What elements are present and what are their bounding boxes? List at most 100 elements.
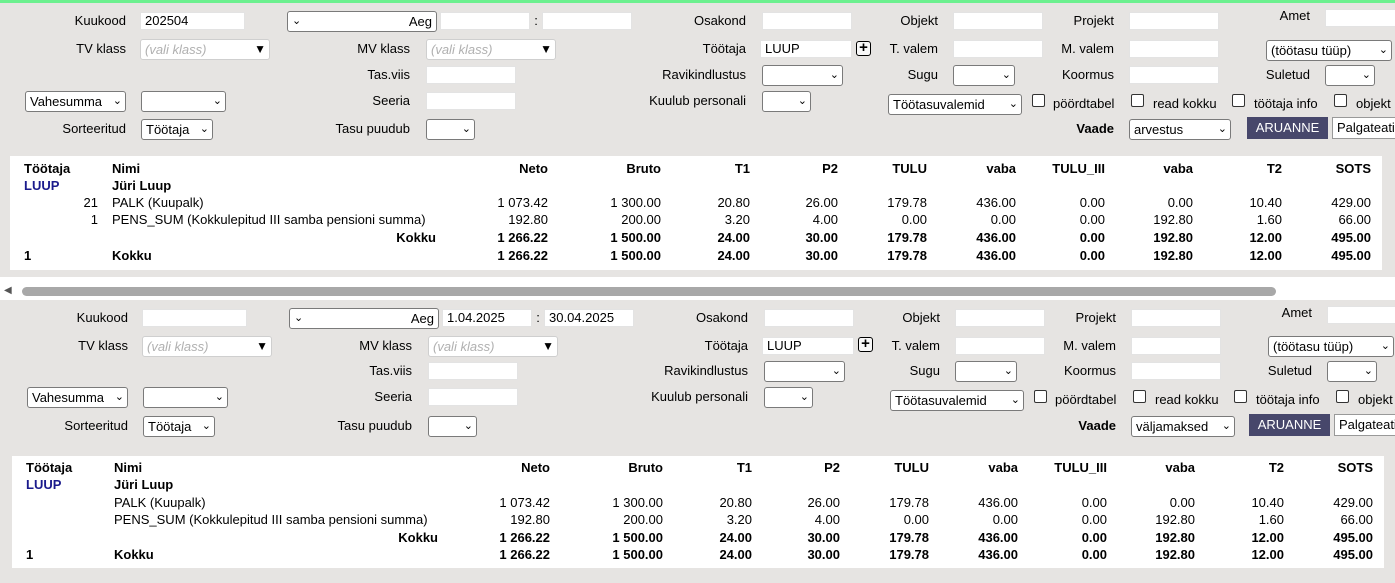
- tootaja-info-checkbox[interactable]: [1234, 390, 1247, 403]
- read-kokku-checkbox[interactable]: [1131, 94, 1144, 107]
- cell-sots: 66.00: [1340, 512, 1373, 527]
- aruanne-button[interactable]: ARUANNE: [1249, 414, 1330, 436]
- cell-sots: 495.00: [1333, 530, 1373, 545]
- m-valem-input[interactable]: [1131, 337, 1221, 355]
- seeria-input[interactable]: [426, 92, 516, 110]
- aeg-select[interactable]: ⌄ Aeg: [287, 11, 437, 32]
- t-valem-input[interactable]: [953, 40, 1043, 58]
- cell-vaba: 436.00: [978, 530, 1018, 545]
- palgateatis-button[interactable]: Palgateatis: [1334, 414, 1395, 436]
- osakond-input[interactable]: [762, 12, 852, 30]
- tv-klass-placeholder: (vali klass): [145, 42, 207, 57]
- ravikindlustus-select[interactable]: ⌄: [762, 65, 843, 86]
- tootasu-tuup-select[interactable]: (töötasu tüüp) ⌄: [1268, 336, 1394, 357]
- amet-input[interactable]: [1325, 9, 1395, 27]
- amet-input[interactable]: [1327, 306, 1395, 324]
- objekt-input[interactable]: [953, 12, 1043, 30]
- kuulub-personali-select[interactable]: ⌄: [762, 91, 811, 112]
- cell-t1: 3.20: [724, 212, 750, 227]
- kuukood-input[interactable]: [142, 309, 247, 327]
- employee-code-link[interactable]: LUUP: [24, 177, 59, 194]
- tootasu-tuup-select[interactable]: (töötasu tüüp) ⌄: [1266, 40, 1392, 61]
- koormus-input[interactable]: [1129, 66, 1219, 84]
- kuukood-input[interactable]: 202504: [140, 12, 245, 30]
- tootasuvalemid-select[interactable]: Töötasuvalemid ⌄: [888, 94, 1022, 115]
- cell-vaba: 0.00: [992, 512, 1018, 527]
- suletud-select[interactable]: ⌄: [1325, 65, 1375, 86]
- ravikindlustus-select[interactable]: ⌄: [764, 361, 845, 382]
- tas-viis-input[interactable]: [428, 362, 518, 380]
- seeria-label: Seeria: [372, 93, 410, 108]
- kuulub-personali-select[interactable]: ⌄: [764, 387, 813, 408]
- date-to-input[interactable]: [542, 12, 632, 30]
- sort-select[interactable]: Töötaja ⌄: [141, 119, 213, 140]
- report-table-1: Töötaja Nimi Neto Bruto T1 P2 TULU vaba …: [10, 156, 1382, 270]
- pordtabel-checkbox[interactable]: [1034, 390, 1047, 403]
- amet-label: Amet: [1281, 305, 1312, 320]
- tv-klass-select[interactable]: (vali klass) ▼: [140, 39, 270, 60]
- employee-code-link[interactable]: LUUP: [26, 476, 61, 493]
- tootaja-info-checkbox[interactable]: [1232, 94, 1245, 107]
- mv-klass-label: MV klass: [357, 41, 410, 56]
- koormus-input[interactable]: [1131, 362, 1221, 380]
- chevron-down-icon: ⌄: [112, 95, 122, 107]
- osakond-label: Osakond: [693, 13, 746, 28]
- sugu-select[interactable]: ⌄: [953, 65, 1015, 86]
- aruanne-button[interactable]: ARUANNE: [1247, 117, 1328, 139]
- read-kokku-checkbox[interactable]: [1133, 390, 1146, 403]
- m-valem-input[interactable]: [1129, 40, 1219, 58]
- objekt-checkbox[interactable]: [1334, 94, 1347, 107]
- objekt-checkbox[interactable]: [1336, 390, 1349, 403]
- mv-klass-select[interactable]: (vali klass) ▼: [428, 336, 558, 357]
- sugu-select[interactable]: ⌄: [955, 361, 1017, 382]
- t-valem-label: T. valem: [889, 41, 938, 56]
- palgateatis-button[interactable]: Palgateatis: [1332, 117, 1395, 139]
- pordtabel-label: pöördtabel: [1055, 392, 1117, 407]
- tv-klass-select[interactable]: (vali klass) ▼: [142, 336, 272, 357]
- tootasuvalemid-select[interactable]: Töötasuvalemid ⌄: [890, 390, 1024, 411]
- subtotal-row: Kokku 1 266.22 1 500.00 24.00 30.00 179.…: [10, 229, 1382, 246]
- projekt-input[interactable]: [1131, 309, 1221, 327]
- date-from-input[interactable]: [440, 12, 530, 30]
- cell-p2: 26.00: [807, 495, 840, 510]
- vahesumma-2-select[interactable]: ⌄: [141, 91, 226, 112]
- scrollbar-thumb[interactable]: [22, 287, 1276, 296]
- cell-t1: 24.00: [717, 248, 750, 263]
- objekt-input[interactable]: [955, 309, 1045, 327]
- suletud-select[interactable]: ⌄: [1327, 361, 1377, 382]
- subtotal-label: Kokku: [396, 230, 436, 245]
- mv-klass-select[interactable]: (vali klass) ▼: [426, 39, 556, 60]
- sort-select[interactable]: Töötaja ⌄: [143, 416, 215, 437]
- row-name: PENS_SUM (Kokkulepitud III samba pension…: [112, 212, 426, 227]
- vaade-select[interactable]: arvestus ⌄: [1129, 119, 1231, 140]
- cell-vaba: 0.00: [990, 212, 1016, 227]
- projekt-input[interactable]: [1129, 12, 1219, 30]
- chevron-down-icon: ⌄: [461, 123, 471, 135]
- tootaja-input[interactable]: LUUP: [760, 40, 852, 58]
- horizontal-scrollbar[interactable]: ◀: [0, 282, 1395, 300]
- tas-viis-input[interactable]: [426, 66, 516, 84]
- employee-name: Jüri Luup: [114, 477, 174, 492]
- vahesumma-2-select[interactable]: ⌄: [143, 387, 228, 408]
- aeg-label: Aeg: [410, 311, 434, 326]
- col-header-neto: Neto: [519, 161, 548, 176]
- osakond-input[interactable]: [764, 309, 854, 327]
- vahesumma-select[interactable]: Vahesumma ⌄: [25, 91, 126, 112]
- t-valem-input[interactable]: [955, 337, 1045, 355]
- kuulub-personali-label: Kuulub personali: [651, 389, 748, 404]
- scroll-left-arrow-icon[interactable]: ◀: [4, 284, 12, 298]
- pordtabel-checkbox[interactable]: [1032, 94, 1045, 107]
- chevron-down-icon: ⌄: [831, 365, 841, 377]
- date-to-input[interactable]: 30.04.2025: [544, 309, 634, 327]
- vaade-select[interactable]: väljamaksed ⌄: [1131, 416, 1235, 437]
- m-valem-label: M. valem: [1063, 338, 1116, 353]
- date-from-input[interactable]: 1.04.2025: [442, 309, 532, 327]
- cell-p2: 30.00: [805, 230, 838, 245]
- aeg-select[interactable]: ⌄ Aeg: [289, 308, 439, 329]
- cell-p2: 30.00: [807, 547, 840, 562]
- seeria-input[interactable]: [428, 388, 518, 406]
- tasu-puudub-select[interactable]: ⌄: [426, 119, 475, 140]
- vahesumma-select[interactable]: Vahesumma ⌄: [27, 387, 128, 408]
- tootaja-input[interactable]: LUUP: [762, 337, 854, 355]
- tasu-puudub-select[interactable]: ⌄: [428, 416, 477, 437]
